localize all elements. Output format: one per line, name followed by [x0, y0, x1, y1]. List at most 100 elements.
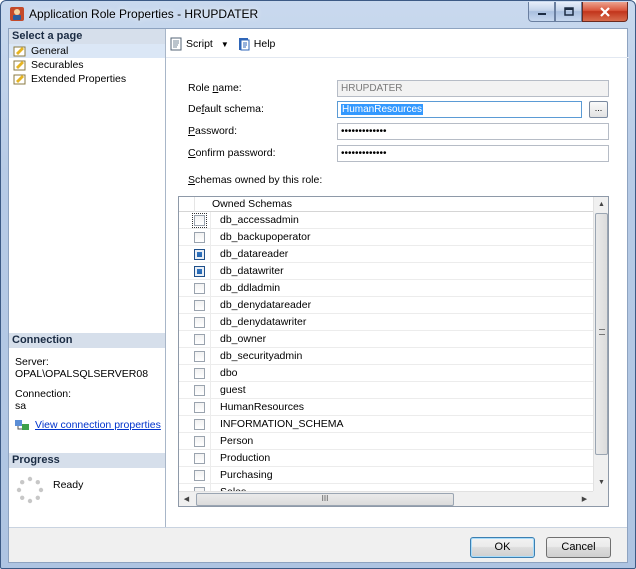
schema-name: db_owner: [220, 333, 267, 345]
vertical-scroll-thumb[interactable]: [595, 213, 608, 455]
horizontal-scrollbar[interactable]: ◀ III ▶: [179, 491, 593, 506]
page-settings-icon: [13, 46, 26, 57]
schema-row[interactable]: Person: [179, 433, 593, 450]
dialog-client-area: Select a page General Securables Extende…: [8, 28, 629, 563]
default-schema-value: HumanResources: [341, 104, 424, 115]
schema-name: HumanResources: [220, 401, 305, 413]
maximize-button[interactable]: [555, 2, 582, 22]
schema-checkbox[interactable]: [194, 249, 205, 260]
schema-checkbox[interactable]: [194, 368, 205, 379]
toolbar: Script ▼ Help: [169, 33, 281, 55]
cancel-button[interactable]: Cancel: [546, 537, 611, 558]
page-item-label: Securables: [31, 59, 84, 71]
page-item-general[interactable]: General: [9, 44, 165, 58]
schema-name: db_denydatawriter: [220, 316, 307, 328]
owned-schemas-column-header[interactable]: Owned Schemas: [212, 198, 292, 210]
schema-row[interactable]: db_ddladmin: [179, 280, 593, 297]
minimize-icon: [537, 12, 546, 15]
schema-row[interactable]: db_datareader: [179, 246, 593, 263]
schema-name: Person: [220, 435, 254, 447]
schema-row[interactable]: db_securityadmin: [179, 348, 593, 365]
connection-header: Connection: [9, 333, 165, 348]
view-connection-properties[interactable]: View connection properties: [15, 419, 161, 431]
page-item-label: Extended Properties: [31, 73, 127, 85]
password-input[interactable]: •••••••••••••: [337, 123, 609, 140]
app-role-icon: [10, 7, 24, 21]
schema-name: db_backupoperator: [220, 231, 311, 243]
default-schema-input[interactable]: HumanResources: [337, 101, 582, 118]
scroll-right-icon[interactable]: ▶: [577, 492, 592, 506]
server-value: OPAL\OPALSQLSERVER08: [15, 368, 149, 380]
schema-row[interactable]: dbo: [179, 365, 593, 382]
schema-row[interactable]: db_owner: [179, 331, 593, 348]
scroll-left-icon[interactable]: ◀: [179, 492, 194, 506]
progress-header: Progress: [9, 453, 165, 468]
confirm-password-input[interactable]: •••••••••••••: [337, 145, 609, 162]
progress-section: Progress Ready: [9, 453, 165, 504]
schema-row[interactable]: db_datawriter: [179, 263, 593, 280]
script-button[interactable]: Script: [169, 37, 213, 51]
schema-checkbox[interactable]: [194, 300, 205, 311]
schema-name: db_ddladmin: [220, 282, 281, 294]
help-label: Help: [253, 38, 276, 50]
vertical-scrollbar[interactable]: ▲ ▼: [593, 197, 608, 491]
schemas-owned-label: Schemas owned by this role:: [188, 174, 323, 186]
help-icon: [238, 38, 250, 51]
role-name-input[interactable]: HRUPDATER: [337, 80, 609, 97]
page-item-securables[interactable]: Securables: [9, 58, 165, 72]
scroll-down-icon[interactable]: ▼: [594, 475, 608, 490]
maximize-icon: [563, 7, 574, 16]
grid-rows: db_accessadmin db_backupoperator db_datare…: [179, 212, 593, 501]
schema-checkbox[interactable]: [194, 453, 205, 464]
view-connection-link[interactable]: View connection properties: [35, 419, 161, 431]
owned-schemas-grid: Owned Schemas db_accessadmin db_backupope…: [178, 196, 609, 507]
script-dropdown-arrow-icon[interactable]: ▼: [221, 40, 229, 49]
schema-row[interactable]: db_accessadmin: [179, 212, 593, 229]
toolbar-divider: [166, 57, 629, 58]
scroll-up-icon[interactable]: ▲: [594, 197, 608, 212]
browse-schema-button[interactable]: ...: [589, 101, 608, 118]
page-item-extended-properties[interactable]: Extended Properties: [9, 72, 165, 86]
help-button[interactable]: Help: [237, 37, 276, 51]
default-schema-label: Default schema:: [188, 103, 264, 115]
schema-name: dbo: [220, 367, 238, 379]
close-icon: [600, 6, 610, 17]
window-title: Application Role Properties - HRUPDATER: [29, 7, 259, 21]
schema-row[interactable]: INFORMATION_SCHEMA: [179, 416, 593, 433]
minimize-button[interactable]: [528, 2, 555, 22]
schema-checkbox[interactable]: [194, 402, 205, 413]
schema-checkbox[interactable]: [194, 283, 205, 294]
schema-row[interactable]: Production: [179, 450, 593, 467]
schema-name: db_securityadmin: [220, 350, 303, 362]
schema-row[interactable]: db_backupoperator: [179, 229, 593, 246]
schema-name: db_datareader: [220, 248, 289, 260]
schema-checkbox[interactable]: [194, 436, 205, 447]
ok-button[interactable]: OK: [470, 537, 535, 558]
button-bar: OK Cancel: [9, 527, 627, 562]
connection-properties-icon: [15, 420, 29, 430]
schema-checkbox[interactable]: [194, 317, 205, 328]
horizontal-scroll-thumb[interactable]: III: [196, 493, 454, 506]
schema-name: Production: [220, 452, 271, 464]
schema-checkbox[interactable]: [194, 232, 205, 243]
schema-row[interactable]: HumanResources: [179, 399, 593, 416]
close-button[interactable]: [582, 2, 628, 22]
schema-row[interactable]: Purchasing: [179, 467, 593, 484]
schema-checkbox[interactable]: [192, 213, 207, 228]
schema-name: db_accessadmin: [220, 214, 299, 226]
schema-checkbox[interactable]: [194, 351, 205, 362]
confirm-password-label: Confirm password:: [188, 147, 276, 159]
schema-name: db_datawriter: [220, 265, 284, 277]
title-bar[interactable]: Application Role Properties - HRUPDATER: [1, 1, 635, 27]
schema-row[interactable]: db_denydatareader: [179, 297, 593, 314]
schema-row[interactable]: guest: [179, 382, 593, 399]
schema-row[interactable]: db_denydatawriter: [179, 314, 593, 331]
schema-checkbox[interactable]: [194, 419, 205, 430]
progress-status: Ready: [53, 479, 84, 491]
schema-checkbox[interactable]: [194, 470, 205, 481]
schema-name: db_denydatareader: [220, 299, 312, 311]
schema-checkbox[interactable]: [194, 385, 205, 396]
progress-spinner-icon: [16, 476, 44, 504]
schema-checkbox[interactable]: [194, 334, 205, 345]
schema-checkbox[interactable]: [194, 266, 205, 277]
